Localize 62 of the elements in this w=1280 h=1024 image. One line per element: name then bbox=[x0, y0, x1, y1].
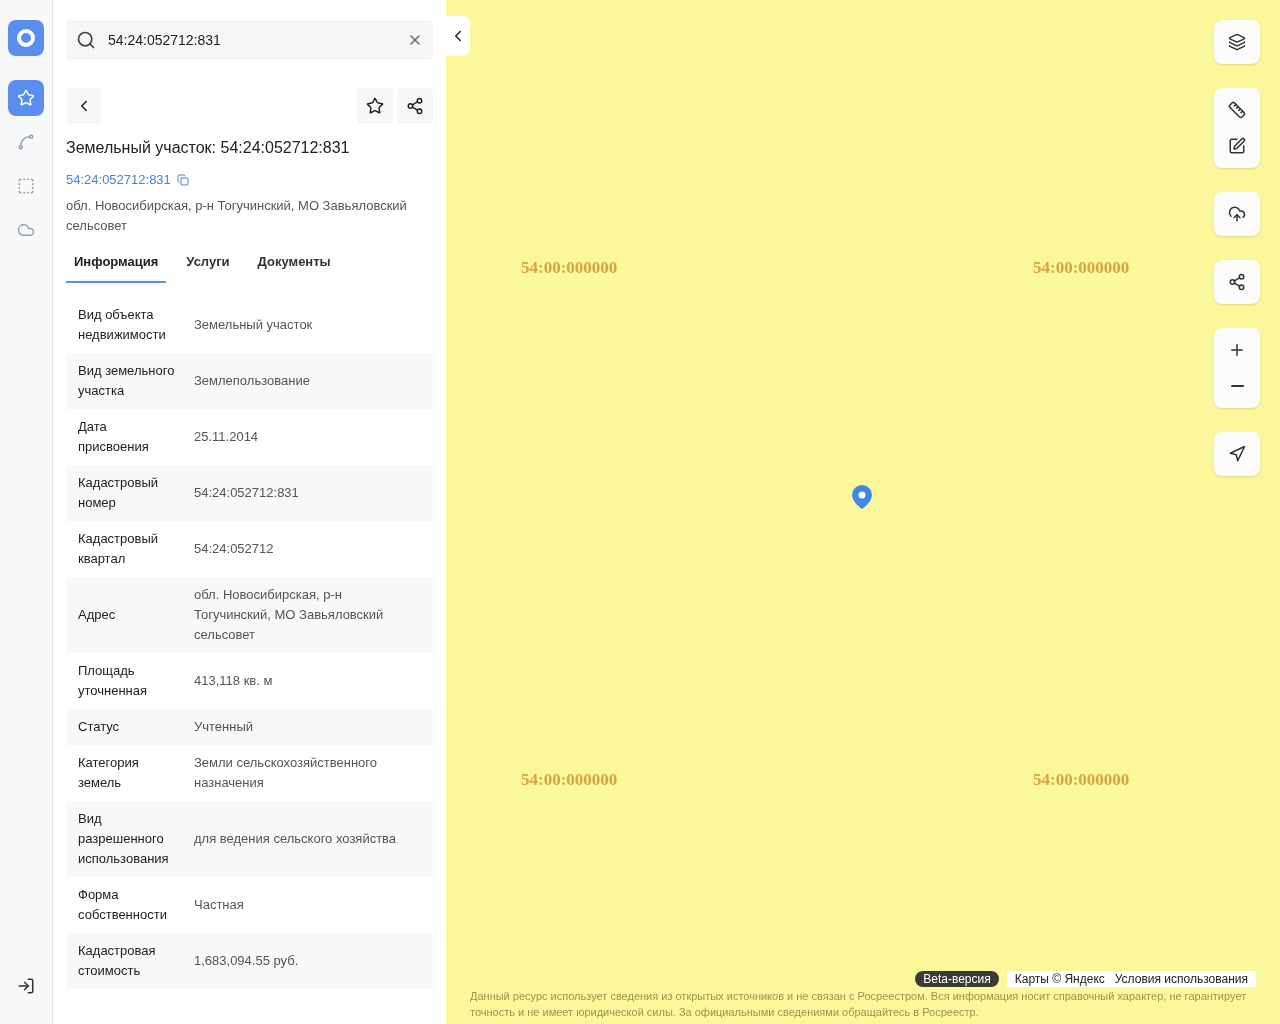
beta-badge: Beta-версия bbox=[915, 971, 999, 987]
info-label: Кадастровый квартал bbox=[78, 530, 160, 568]
terms-link[interactable]: Условия использования bbox=[1114, 971, 1248, 987]
attribution-text: Карты © Яндекс bbox=[1014, 971, 1105, 987]
info-value: 1,683,094.55 руб. bbox=[194, 952, 300, 970]
info-value: обл. Новосибирская, р-н Тогучинский, МО Завьяловский сельсовет bbox=[194, 586, 385, 644]
upload-icon bbox=[1228, 205, 1246, 223]
info-label: Форма собственности bbox=[78, 886, 168, 924]
info-label: Вид объекта недвижимости bbox=[78, 306, 167, 344]
layers-icon bbox=[1228, 33, 1246, 51]
star-icon bbox=[366, 97, 384, 115]
info-value: 25.11.2014 bbox=[194, 428, 260, 446]
map-label: 54:00:000000 bbox=[1033, 257, 1130, 279]
info-label: Дата присвоения bbox=[78, 418, 150, 456]
locate-icon bbox=[1228, 445, 1246, 463]
map-label: 54:00:000000 bbox=[521, 769, 618, 791]
info-value: Учтенный bbox=[194, 718, 255, 736]
copy-icon[interactable] bbox=[176, 173, 189, 186]
info-value: Земли сельскохозяйственного назначения bbox=[194, 754, 378, 792]
star-icon bbox=[17, 89, 35, 107]
info-label: Статус bbox=[78, 718, 121, 736]
object-title: Земельный участок: 54:24:052712:831 bbox=[66, 138, 351, 158]
map-label: 54:00:000000 bbox=[1033, 769, 1130, 791]
object-address: обл. Новосибирская, р-н Тогучинский, МО Завьяловский сельсовет bbox=[66, 196, 408, 235]
search-input[interactable]: 54:24:052712:831 bbox=[108, 29, 395, 51]
search-icon bbox=[76, 30, 96, 50]
info-value: 413,118 кв. м bbox=[194, 672, 274, 690]
info-label: Категория земель bbox=[78, 754, 140, 792]
info-value: 54:24:052712:831 bbox=[194, 484, 300, 502]
info-label: Адрес bbox=[78, 606, 117, 624]
rail-button[interactable] bbox=[8, 80, 44, 116]
disclaimer-text: Данный ресурс использует сведения из открытых источников и не связан с Росреестром. Вся информация носит справочный характер, не гарантирует точность и не имеет юридической силы. За официальными сведениями обращайтесь в Росреестр. bbox=[470, 989, 1248, 1020]
share-button[interactable] bbox=[397, 88, 433, 124]
search-field[interactable]: 54:24:052712:831 bbox=[66, 20, 433, 60]
info-label: Кадастровый номер bbox=[78, 474, 160, 512]
info-value: Земельный участок bbox=[194, 316, 314, 334]
tab[interactable]: Документы bbox=[249, 247, 339, 283]
cadastral-number-link[interactable]: 54:24:052712:831 bbox=[66, 170, 171, 190]
info-value: Землепользование bbox=[194, 372, 311, 390]
favorite-button[interactable] bbox=[357, 88, 393, 124]
tab[interactable]: Услуги bbox=[178, 247, 238, 283]
info-label: Вид разрешенного использования bbox=[78, 810, 170, 868]
dashed-square-icon bbox=[17, 177, 35, 195]
zoom-in-icon bbox=[1228, 341, 1246, 359]
share-icon bbox=[1228, 273, 1246, 291]
map-label: 54:00:000000 bbox=[521, 257, 618, 279]
info-label: Кадастровая стоимость bbox=[78, 942, 157, 980]
collapse-panel-button[interactable] bbox=[446, 16, 470, 56]
info-value: для ведения сельского хозяйства bbox=[194, 830, 398, 848]
tab[interactable]: Информация bbox=[66, 247, 167, 283]
location-pin-icon bbox=[851, 484, 873, 510]
ruler-icon bbox=[1228, 101, 1246, 119]
app-logo-icon bbox=[8, 20, 44, 56]
polygon-icon bbox=[17, 133, 35, 151]
share-icon bbox=[406, 97, 424, 115]
info-value: Частная bbox=[194, 896, 245, 914]
edit-icon bbox=[1228, 137, 1246, 155]
info-label: Вид земельного участка bbox=[78, 362, 176, 400]
cloud-icon bbox=[17, 221, 35, 239]
info-value: 54:24:052712 bbox=[194, 540, 275, 558]
login-icon bbox=[17, 977, 35, 995]
info-label: Площадь уточненная bbox=[78, 662, 149, 700]
